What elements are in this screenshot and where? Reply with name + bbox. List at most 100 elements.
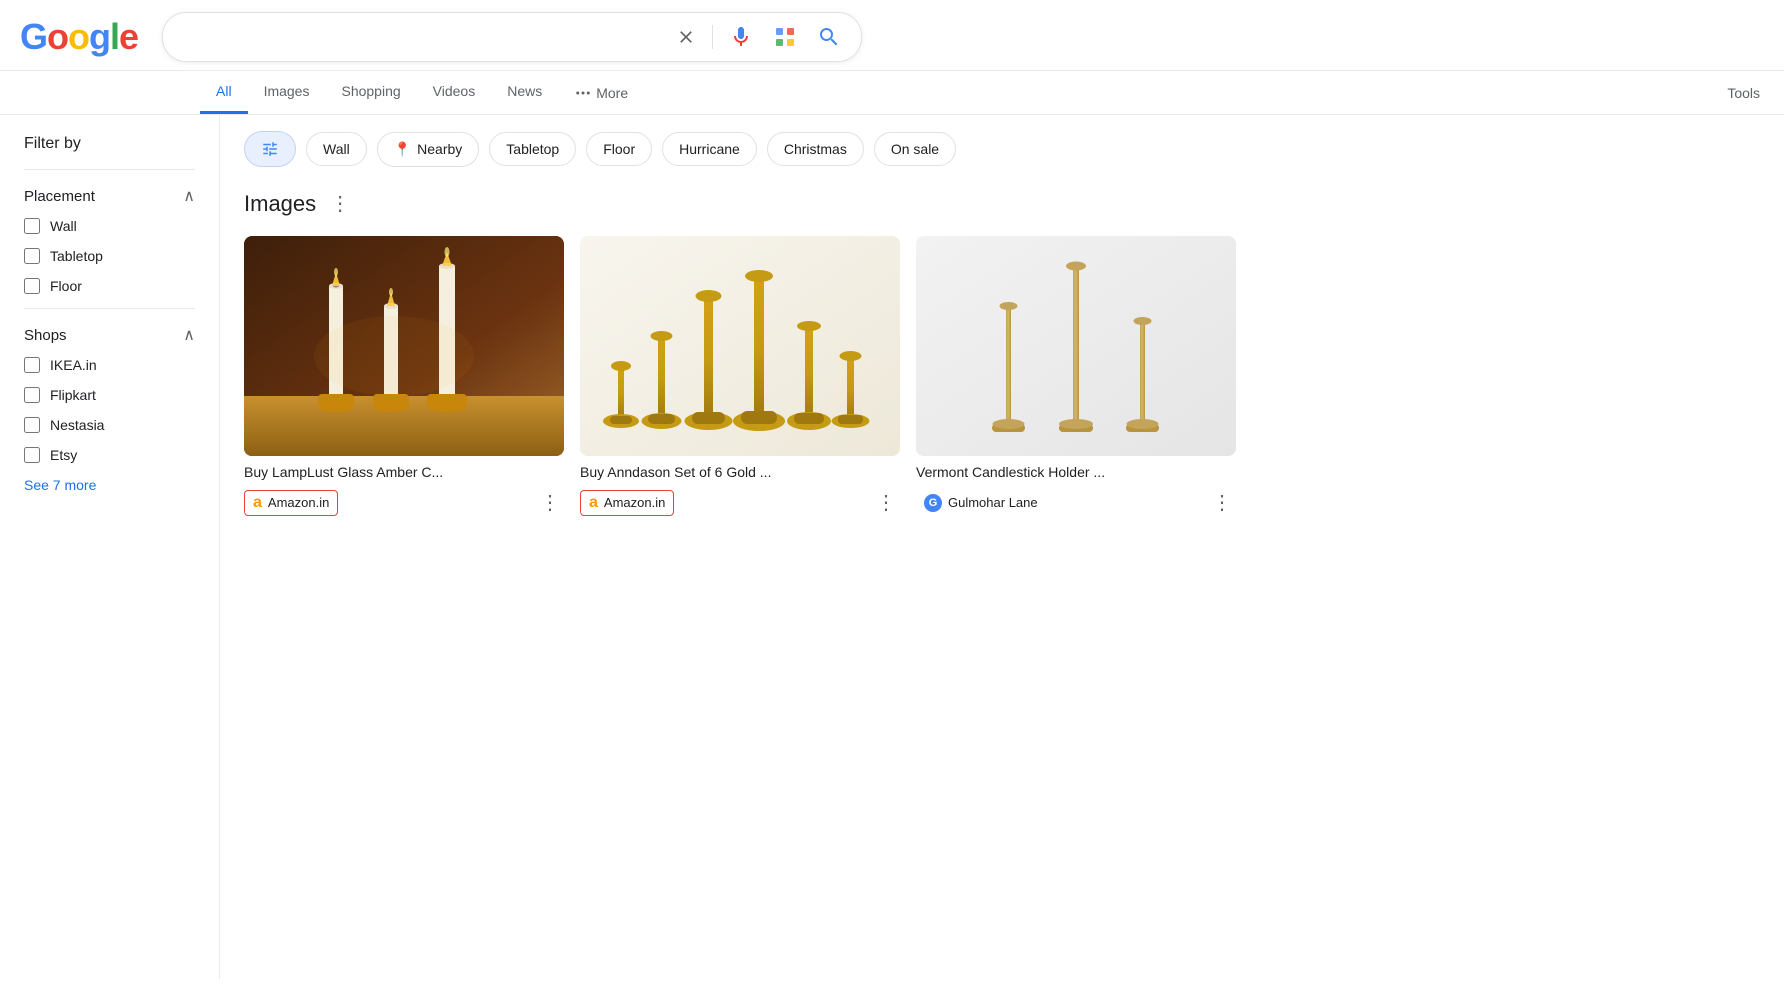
image-title-2: Buy Anndason Set of 6 Gold ... xyxy=(580,464,900,480)
main-content: Wall 📍 Nearby Tabletop Floor Hurricane C… xyxy=(220,115,1784,979)
shops-section-header[interactable]: Shops xyxy=(24,325,195,345)
more-label: More xyxy=(596,85,628,101)
images-title: Images xyxy=(244,191,316,217)
card2-more-button[interactable]: ⋮ xyxy=(872,486,900,519)
shop-nestasia-label: Nestasia xyxy=(50,417,104,433)
amazon-source-label-2: Amazon.in xyxy=(604,495,665,510)
tab-shopping[interactable]: Shopping xyxy=(325,71,416,114)
shop-ikea-checkbox[interactable] xyxy=(24,357,40,373)
image-card-2[interactable]: Buy Anndason Set of 6 Gold ... a Amazon.… xyxy=(580,236,900,519)
placement-tabletop-checkbox[interactable] xyxy=(24,248,40,264)
header: Google candlestick holder xyxy=(0,0,1784,71)
g-badge-3[interactable]: G Gulmohar Lane xyxy=(916,491,1046,515)
nav-more[interactable]: More xyxy=(558,72,644,114)
filter-floor-chip[interactable]: Floor xyxy=(586,132,652,166)
image-grid: Buy LampLust Glass Amber C... a Amazon.i… xyxy=(244,236,1760,519)
search-bar: candlestick holder xyxy=(162,12,862,62)
amazon-logo-icon-2: a xyxy=(589,494,598,512)
placement-wall-label: Wall xyxy=(50,218,77,234)
nearby-pin-icon: 📍 xyxy=(394,141,411,158)
image-card-1[interactable]: Buy LampLust Glass Amber C... a Amazon.i… xyxy=(244,236,564,519)
image-title-1: Buy LampLust Glass Amber C... xyxy=(244,464,564,480)
search-icons xyxy=(672,21,845,53)
clear-button[interactable] xyxy=(672,23,700,51)
g-source-label-3: Gulmohar Lane xyxy=(948,495,1038,510)
filter-settings-chip[interactable] xyxy=(244,131,296,167)
placement-tabletop-label: Tabletop xyxy=(50,248,103,264)
shop-ikea-label: IKEA.in xyxy=(50,357,97,373)
placement-tabletop-item[interactable]: Tabletop xyxy=(24,248,195,264)
search-input[interactable]: candlestick holder xyxy=(179,28,664,46)
placement-floor-label: Floor xyxy=(50,278,82,294)
filter-christmas-label: Christmas xyxy=(784,141,847,157)
shop-flipkart-label: Flipkart xyxy=(50,387,96,403)
shops-chevron-icon xyxy=(183,325,195,345)
placement-floor-item[interactable]: Floor xyxy=(24,278,195,294)
amazon-badge-2[interactable]: a Amazon.in xyxy=(580,490,674,516)
google-logo[interactable]: Google xyxy=(20,16,138,58)
shop-flipkart-checkbox[interactable] xyxy=(24,387,40,403)
image-thumbnail-1 xyxy=(244,236,564,456)
nav-tabs: All Images Shopping Videos News More Too… xyxy=(0,71,1784,115)
image-thumbnail-3 xyxy=(916,236,1236,456)
shop-etsy-checkbox[interactable] xyxy=(24,447,40,463)
tab-news[interactable]: News xyxy=(491,71,558,114)
filter-chips: Wall 📍 Nearby Tabletop Floor Hurricane C… xyxy=(244,131,1760,167)
source-left-3: G Gulmohar Lane xyxy=(916,491,1046,515)
source-left-2: a Amazon.in xyxy=(580,490,674,516)
card3-more-button[interactable]: ⋮ xyxy=(1208,486,1236,519)
voice-search-button[interactable] xyxy=(725,21,757,53)
filter-hurricane-label: Hurricane xyxy=(679,141,740,157)
filter-tabletop-chip[interactable]: Tabletop xyxy=(489,132,576,166)
tab-all[interactable]: All xyxy=(200,71,248,114)
shop-nestasia-checkbox[interactable] xyxy=(24,417,40,433)
filter-onsale-chip[interactable]: On sale xyxy=(874,132,956,166)
filter-nearby-chip[interactable]: 📍 Nearby xyxy=(377,132,480,167)
sidebar: Filter by Placement Wall Tabletop Floor … xyxy=(0,115,220,979)
shops-items: IKEA.in Flipkart Nestasia Etsy xyxy=(24,357,195,463)
tab-videos[interactable]: Videos xyxy=(417,71,492,114)
placement-floor-checkbox[interactable] xyxy=(24,278,40,294)
amazon-logo-icon: a xyxy=(253,494,262,512)
filter-hurricane-chip[interactable]: Hurricane xyxy=(662,132,757,166)
placement-chevron-icon xyxy=(183,186,195,206)
search-button[interactable] xyxy=(813,21,845,53)
card1-more-button[interactable]: ⋮ xyxy=(536,486,564,519)
shop-nestasia-item[interactable]: Nestasia xyxy=(24,417,195,433)
placement-wall-checkbox[interactable] xyxy=(24,218,40,234)
shop-etsy-item[interactable]: Etsy xyxy=(24,447,195,463)
image-title-3: Vermont Candlestick Holder ... xyxy=(916,464,1236,480)
image-thumbnail-2 xyxy=(580,236,900,456)
shop-flipkart-item[interactable]: Flipkart xyxy=(24,387,195,403)
shops-title: Shops xyxy=(24,327,67,344)
placement-title: Placement xyxy=(24,188,95,205)
filter-onsale-label: On sale xyxy=(891,141,939,157)
image-card-3[interactable]: Vermont Candlestick Holder ... G Gulmoha… xyxy=(916,236,1236,519)
filter-nearby-label: Nearby xyxy=(417,141,462,157)
image-search-button[interactable] xyxy=(769,21,801,53)
amazon-badge-1[interactable]: a Amazon.in xyxy=(244,490,338,516)
image-source-3: G Gulmohar Lane ⋮ xyxy=(916,486,1236,519)
filter-wall-chip[interactable]: Wall xyxy=(306,132,367,166)
source-left-1: a Amazon.in xyxy=(244,490,338,516)
filter-christmas-chip[interactable]: Christmas xyxy=(767,132,864,166)
see-more-link[interactable]: See 7 more xyxy=(24,477,195,493)
amazon-source-label-1: Amazon.in xyxy=(268,495,329,510)
filter-wall-label: Wall xyxy=(323,141,350,157)
shops-divider xyxy=(24,308,195,309)
filter-by-title: Filter by xyxy=(24,135,195,153)
placement-items: Wall Tabletop Floor xyxy=(24,218,195,294)
images-more-options-button[interactable]: ⋮ xyxy=(326,187,354,220)
placement-section-header[interactable]: Placement xyxy=(24,186,195,206)
main-layout: Filter by Placement Wall Tabletop Floor … xyxy=(0,115,1784,979)
tools-tab[interactable]: Tools xyxy=(1703,73,1784,113)
placement-wall-item[interactable]: Wall xyxy=(24,218,195,234)
tab-images[interactable]: Images xyxy=(248,71,326,114)
shop-etsy-label: Etsy xyxy=(50,447,77,463)
image-source-1: a Amazon.in ⋮ xyxy=(244,486,564,519)
divider xyxy=(712,25,713,49)
images-section-heading: Images ⋮ xyxy=(244,187,1760,220)
placement-divider xyxy=(24,169,195,170)
image-source-2: a Amazon.in ⋮ xyxy=(580,486,900,519)
shop-ikea-item[interactable]: IKEA.in xyxy=(24,357,195,373)
